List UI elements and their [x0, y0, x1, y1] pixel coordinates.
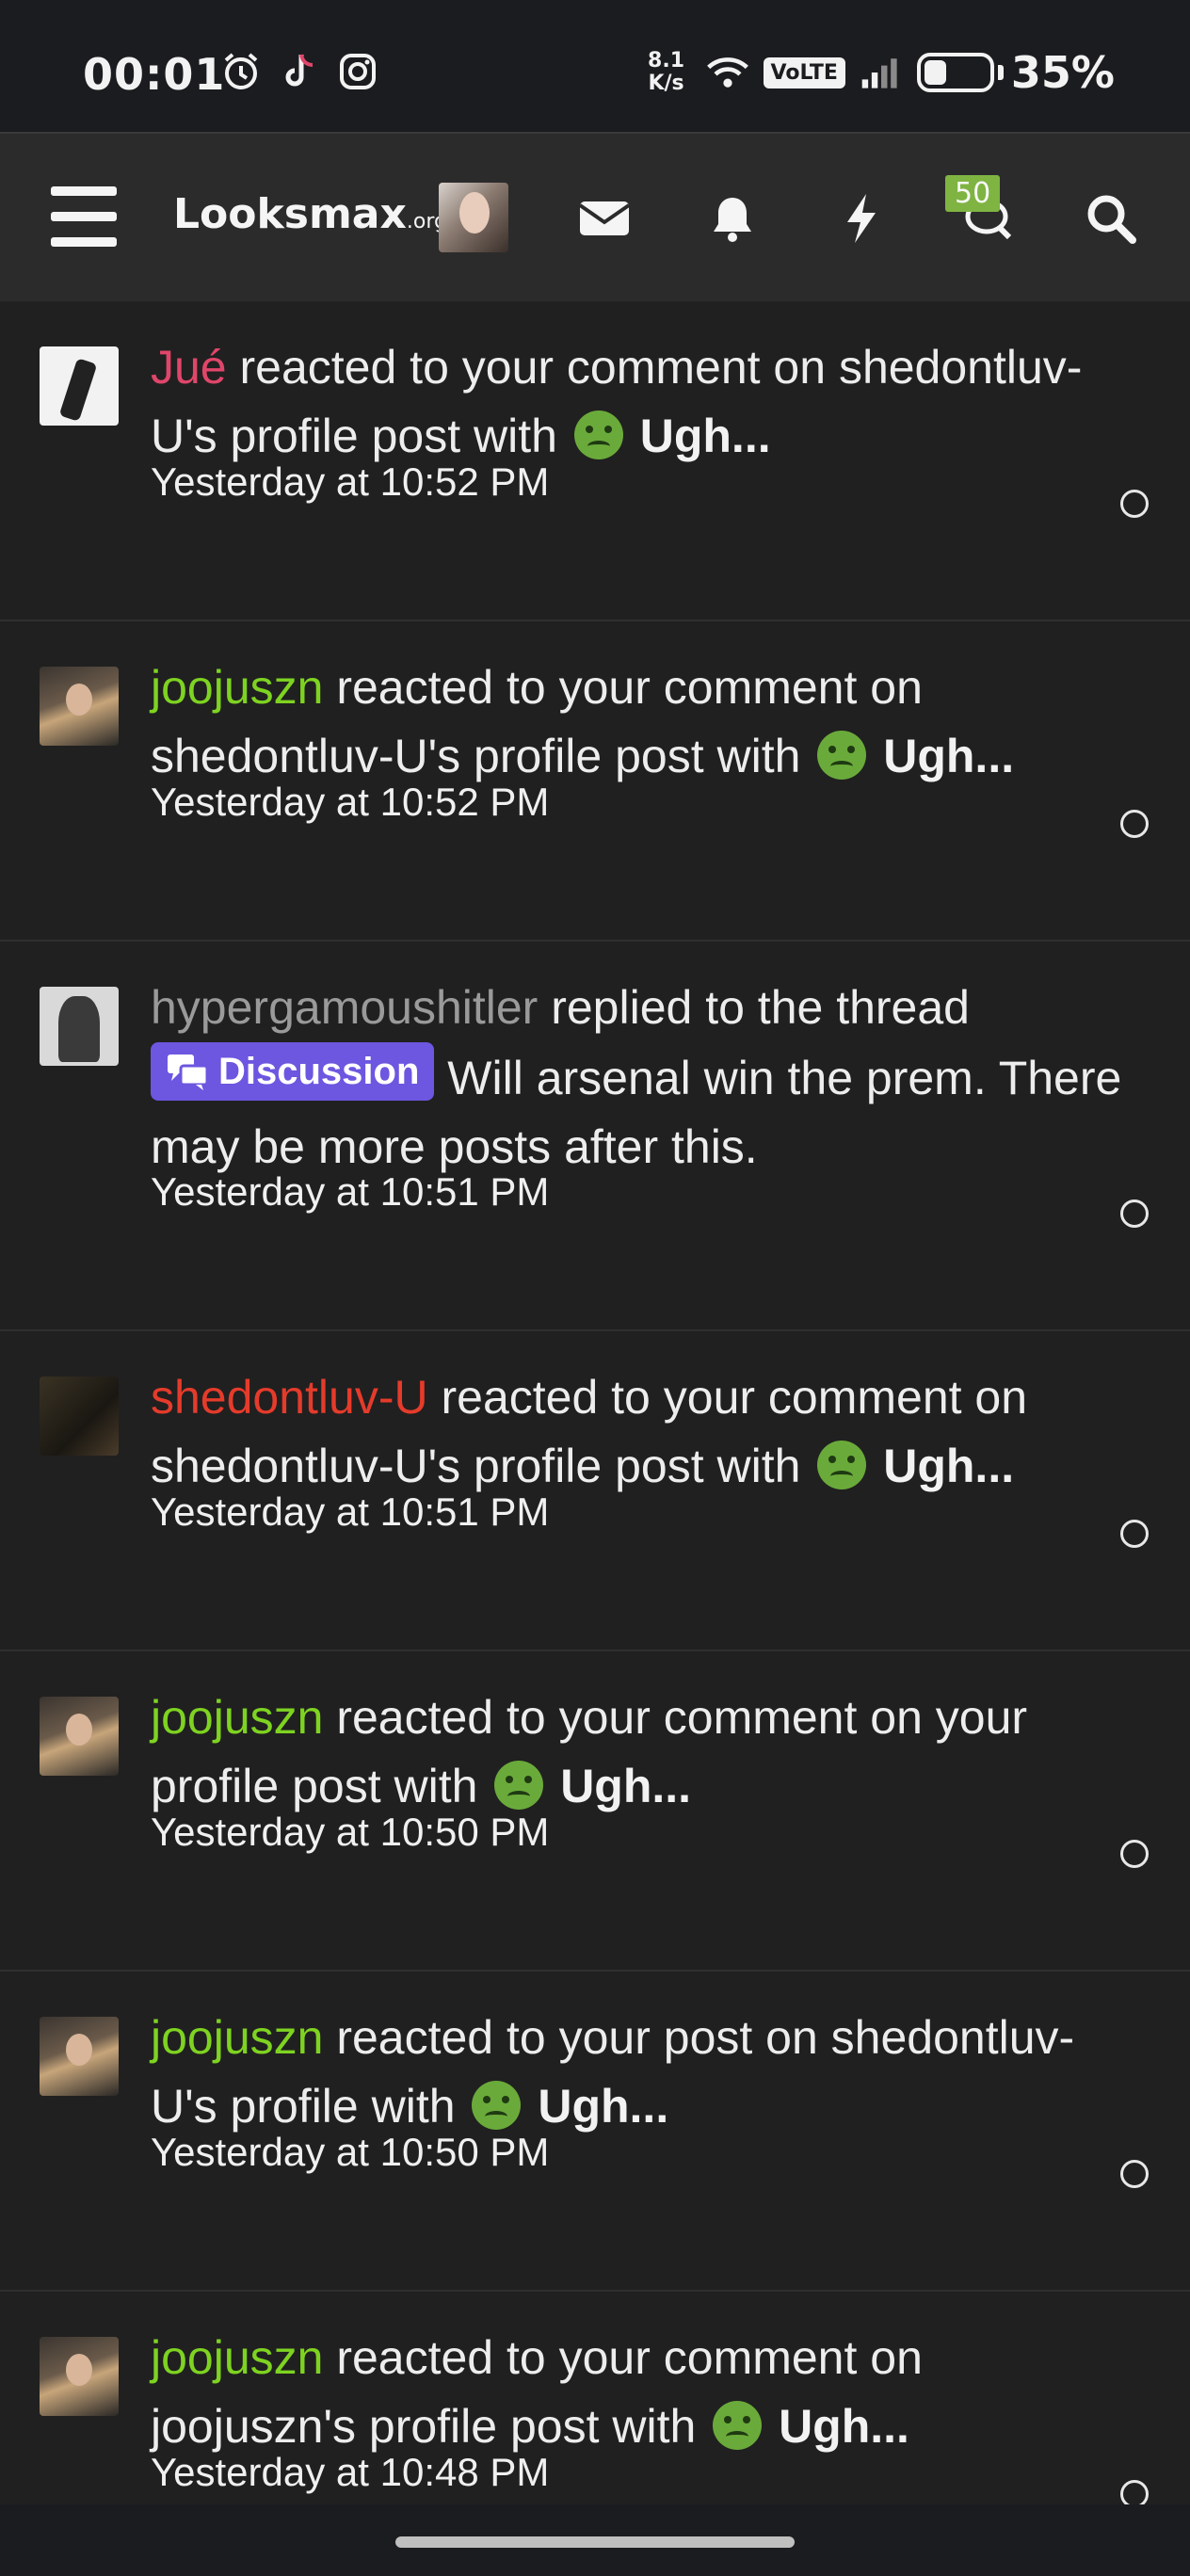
- notification-item[interactable]: joojuszn reacted to your post on shedont…: [0, 1972, 1190, 2292]
- notification-time: Yesterday at 10:50 PM: [151, 1810, 550, 1854]
- user-avatar[interactable]: [40, 667, 119, 746]
- gesture-nav-bar: [0, 2504, 1190, 2576]
- notification-text: hypergamoushitler replied to the thread …: [151, 974, 1130, 1182]
- reaction-label: Ugh...: [538, 2080, 669, 2133]
- mark-read-toggle[interactable]: [1120, 1199, 1149, 1228]
- tiktok-icon: [277, 49, 322, 94]
- notification-time: Yesterday at 10:51 PM: [151, 1169, 550, 1214]
- notification-item[interactable]: shedontluv-U reacted to your comment on …: [0, 1331, 1190, 1651]
- reaction-label: Ugh...: [560, 1760, 692, 1812]
- username-link[interactable]: joojuszn: [151, 661, 323, 714]
- battery-percent: 35%: [1010, 47, 1115, 98]
- search-icon[interactable]: [1083, 190, 1139, 247]
- notification-time: Yesterday at 10:50 PM: [151, 2130, 550, 2174]
- mark-read-toggle[interactable]: [1120, 1520, 1149, 1548]
- site-logo[interactable]: Looksmax.org: [173, 190, 447, 238]
- nauseated-emoji-icon: [472, 2081, 522, 2130]
- network-speed-unit: K/s: [648, 72, 684, 95]
- account-avatar[interactable]: [439, 183, 508, 252]
- reaction-label: Ugh...: [779, 2400, 909, 2453]
- network-speed-value: 8.1: [648, 49, 685, 72]
- site-header: Looksmax.org 50: [0, 132, 1190, 301]
- user-avatar[interactable]: [40, 987, 119, 1066]
- user-avatar[interactable]: [40, 346, 119, 426]
- status-system-icons: 8.1 K/s VoLTE 35%: [641, 47, 1115, 98]
- reaction-label: Ugh...: [883, 1440, 1015, 1492]
- nauseated-emoji-icon: [713, 2401, 763, 2450]
- home-gesture-handle[interactable]: [395, 2536, 795, 2548]
- bell-icon[interactable]: [704, 190, 761, 247]
- prefix-label: Discussion: [218, 1051, 420, 1092]
- network-speed: 8.1 K/s: [641, 50, 692, 95]
- lightning-bolt-icon[interactable]: [832, 190, 889, 247]
- nauseated-emoji-icon: [573, 411, 623, 459]
- nauseated-emoji-icon: [817, 1441, 867, 1489]
- notification-action: replied to the thread: [538, 981, 970, 1034]
- username-link[interactable]: joojuszn: [151, 1691, 323, 1744]
- username-link[interactable]: shedontluv-U: [151, 1371, 428, 1424]
- inbox-envelope-icon[interactable]: [576, 190, 633, 247]
- notification-item[interactable]: joojuszn reacted to your comment on shed…: [0, 621, 1190, 942]
- mark-read-toggle[interactable]: [1120, 1840, 1149, 1868]
- notification-item[interactable]: joojuszn reacted to your comment on your…: [0, 1651, 1190, 1972]
- username-link[interactable]: joojuszn: [151, 2331, 323, 2384]
- user-avatar[interactable]: [40, 1697, 119, 1776]
- notification-time: Yesterday at 10:51 PM: [151, 1489, 550, 1534]
- notifications-list: Jué reacted to your comment on shedontlu…: [0, 301, 1190, 2504]
- notification-text: Jué reacted to your comment on shedontlu…: [151, 333, 1130, 471]
- reaction-label: Ugh...: [883, 730, 1015, 782]
- notification-item[interactable]: joojuszn reacted to your comment on jooj…: [0, 2292, 1190, 2504]
- volte-badge: VoLTE: [763, 56, 845, 89]
- notification-item[interactable]: Jué reacted to your comment on shedontlu…: [0, 301, 1190, 621]
- nauseated-emoji-icon: [494, 1761, 544, 1810]
- hamburger-menu-icon[interactable]: [51, 186, 117, 247]
- notification-text: joojuszn reacted to your comment on jooj…: [151, 2324, 1130, 2461]
- mark-read-toggle[interactable]: [1120, 810, 1149, 838]
- battery-icon: [916, 53, 994, 92]
- notification-time: Yesterday at 10:52 PM: [151, 780, 550, 824]
- notification-item[interactable]: hypergamoushitler replied to the thread …: [0, 942, 1190, 1331]
- logo-text: Looksmax: [173, 190, 407, 238]
- notification-time: Yesterday at 10:48 PM: [151, 2450, 550, 2494]
- alerts-count-badge: 50: [945, 175, 1001, 212]
- notification-text: joojuszn reacted to your comment on shed…: [151, 653, 1130, 791]
- discussion-chat-icon: [168, 1055, 209, 1090]
- battery-tip: [997, 65, 1004, 80]
- mark-read-toggle[interactable]: [1120, 2160, 1149, 2188]
- user-avatar[interactable]: [40, 1377, 119, 1456]
- signal-icon: [859, 50, 904, 95]
- username-link[interactable]: hypergamoushitler: [151, 981, 538, 1034]
- notification-text: joojuszn reacted to your comment on your…: [151, 1683, 1130, 1821]
- notification-time: Yesterday at 10:52 PM: [151, 459, 550, 504]
- nauseated-emoji-icon: [817, 731, 867, 780]
- notification-text: joojuszn reacted to your post on shedont…: [151, 2004, 1130, 2141]
- user-avatar[interactable]: [40, 2337, 119, 2416]
- status-bar: 00:01 8.1 K/s VoLTE 35%: [0, 0, 1190, 132]
- battery-indicator: 35%: [916, 47, 1115, 98]
- notification-text: shedontluv-U reacted to your comment on …: [151, 1363, 1130, 1501]
- username-link[interactable]: Jué: [151, 341, 227, 394]
- mark-read-toggle[interactable]: [1120, 490, 1149, 518]
- wifi-icon: [705, 50, 750, 95]
- reaction-label: Ugh...: [639, 410, 771, 462]
- instagram-icon: [335, 49, 380, 94]
- mark-read-toggle[interactable]: [1120, 2480, 1149, 2504]
- alarm-icon: [218, 49, 264, 94]
- username-link[interactable]: joojuszn: [151, 2011, 323, 2064]
- discussion-prefix-badge[interactable]: Discussion: [151, 1042, 435, 1101]
- status-app-icons: [218, 49, 380, 94]
- battery-fill: [924, 60, 946, 85]
- user-avatar[interactable]: [40, 2017, 119, 2096]
- thread-title-link[interactable]: Will arsenal win the prem.: [434, 1052, 986, 1104]
- status-time: 00:01: [83, 49, 226, 100]
